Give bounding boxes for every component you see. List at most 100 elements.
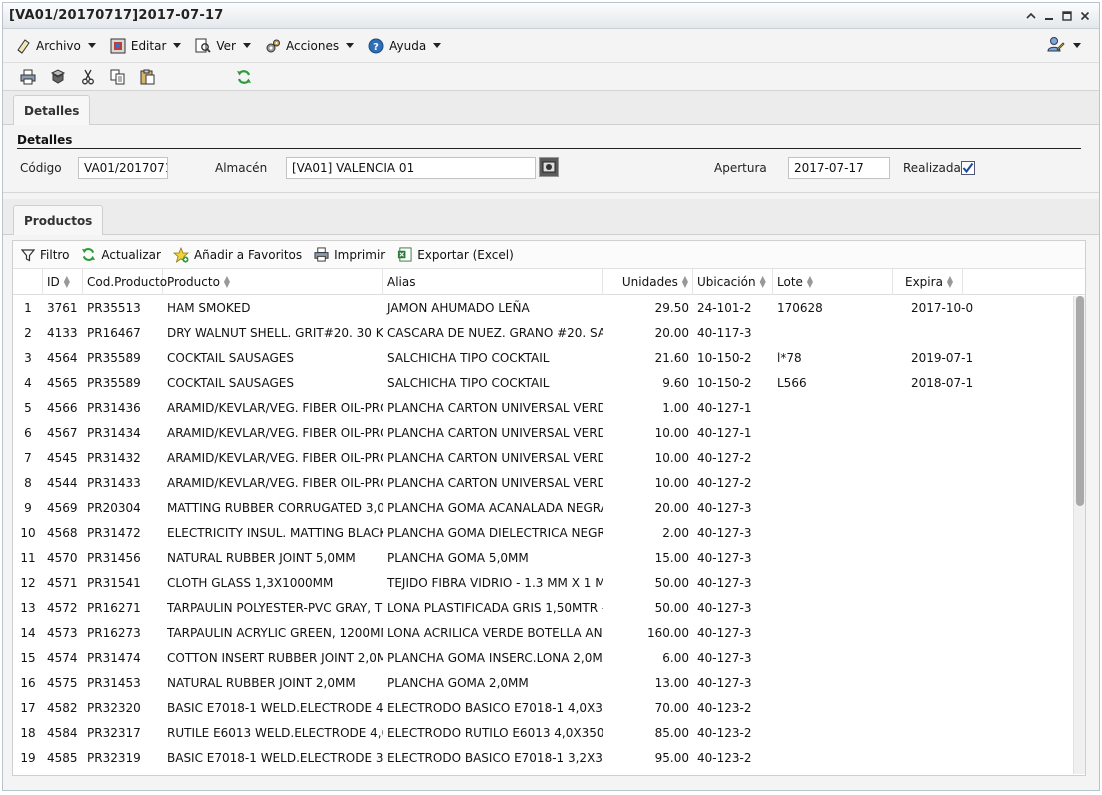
- table-row[interactable]: 4 4565 PR35589 COCKTAIL SAUSAGES SALCHICHA T…: [13, 371, 1073, 396]
- table-row[interactable]: 15 4574 PR31474 COTTON INSERT RUBBER JOINT …: [13, 646, 1073, 671]
- cell-product: CLOTH GLASS 1,3X1000MM: [167, 576, 334, 590]
- column-header-expiry[interactable]: Expira ▲ ▼: [893, 269, 963, 295]
- grid-body: 1 3761 PR35513 HAM SMOKED JAMON AHUMADO LEÑA…: [13, 296, 1073, 774]
- cell-id: 4572: [47, 601, 78, 615]
- table-row[interactable]: 11 4570 PR31456 NATURAL RUBBER JOINT 5,0MM P…: [13, 546, 1073, 571]
- apertura-field[interactable]: 2017-07-17: [788, 157, 890, 179]
- cell-rownum: 8: [24, 476, 32, 490]
- table-row[interactable]: 10 4568 PR31472 ELECTRICITY INSUL. MATTING …: [13, 521, 1073, 546]
- user-menu[interactable]: [1047, 36, 1081, 55]
- menu-ver[interactable]: Ver: [195, 38, 251, 54]
- table-row[interactable]: 7 4545 PR31432 ARAMID/KEVLAR/VEG. FIBER OIL…: [13, 446, 1073, 471]
- cell-expiry: [893, 696, 973, 721]
- cell-id: 4571: [47, 576, 78, 590]
- cell-alias: SALCHICHA TIPO COCKTAIL: [387, 351, 550, 365]
- excel-icon: [398, 247, 412, 262]
- column-header-units[interactable]: Unidades ▲ ▼: [603, 269, 693, 295]
- table-row[interactable]: 19 4585 PR32319 BASIC E7018-1 WELD.ELECTROD…: [13, 746, 1073, 771]
- title-bar: [VA01/20170717]2017-07-17: [3, 3, 1099, 29]
- scrollbar-thumb[interactable]: [1076, 296, 1084, 506]
- cell-rownum: 13: [20, 601, 36, 615]
- grid-header: ID ▲ ▼ Cod.Producto Producto ▲ ▼ Alias Unida…: [13, 269, 1085, 295]
- column-header-id[interactable]: ID ▲ ▼: [43, 269, 83, 295]
- print-icon[interactable]: [19, 68, 37, 86]
- filter-button[interactable]: Filtro: [21, 248, 69, 262]
- table-row[interactable]: 12 4571 PR31541 CLOTH GLASS 1,3X1000MM TEJID…: [13, 571, 1073, 596]
- table-row[interactable]: 18 4584 PR32317 RUTILE E6013 WELD.ELECTRODE…: [13, 721, 1073, 746]
- export-excel-button[interactable]: Exportar (Excel): [397, 247, 514, 262]
- cell-code: PR31432: [87, 451, 141, 465]
- cut-icon[interactable]: [79, 68, 97, 86]
- grid-scrollbar[interactable]: [1073, 296, 1085, 774]
- cell-code: PR31474: [87, 651, 141, 665]
- tab-productos[interactable]: Productos: [13, 205, 104, 235]
- menu-acciones[interactable]: Acciones: [265, 38, 355, 54]
- cell-code: PR32317: [87, 726, 141, 740]
- table-row[interactable]: 14 4573 PR16273 TARPAULIN ACRYLIC GREEN, 12…: [13, 621, 1073, 646]
- realizada-checkbox[interactable]: [961, 161, 975, 175]
- cell-code: PR31541: [87, 576, 141, 590]
- cell-units: 21.60: [654, 351, 689, 365]
- collapse-up-icon[interactable]: [1023, 8, 1039, 24]
- cell-location: 40-123-2: [697, 726, 752, 740]
- cell-rownum: 3: [24, 351, 32, 365]
- close-button[interactable]: [1077, 8, 1093, 24]
- column-header-product[interactable]: Producto ▲ ▼: [163, 269, 383, 295]
- table-row[interactable]: 8 4544 PR31433 ARAMID/KEVLAR/VEG. FIBER OIL…: [13, 471, 1073, 496]
- add-favorites-button[interactable]: Añadir a Favoritos: [172, 246, 302, 263]
- maximize-button[interactable]: [1059, 8, 1075, 24]
- refresh-button[interactable]: Actualizar: [81, 247, 161, 262]
- minimize-button[interactable]: [1041, 8, 1057, 24]
- cell-id: 4570: [47, 551, 78, 565]
- menu-editar[interactable]: Editar: [110, 38, 182, 54]
- chevron-down-icon: [173, 43, 182, 48]
- column-header-code[interactable]: Cod.Producto: [83, 269, 167, 295]
- table-row[interactable]: 5 4566 PR31436 ARAMID/KEVLAR/VEG. FIBER OIL…: [13, 396, 1073, 421]
- cell-units: 10.00: [654, 426, 689, 440]
- codigo-field[interactable]: VA01/2017071’: [78, 157, 168, 179]
- table-row[interactable]: 3 4564 PR35589 COCKTAIL SAUSAGES SALCHICHA T…: [13, 346, 1073, 371]
- table-row[interactable]: 9 4569 PR20304 MATTING RUBBER CORRUGATED 3,…: [13, 496, 1073, 521]
- paste-icon[interactable]: [139, 68, 157, 86]
- cell-id: 4133: [47, 326, 78, 340]
- cell-rownum: 15: [20, 651, 36, 665]
- table-row[interactable]: 16 4575 PR31453 NATURAL RUBBER JOINT 2,0MM P…: [13, 671, 1073, 696]
- details-section-title: Detalles: [17, 133, 1081, 149]
- column-header-lot[interactable]: Lote ▲ ▼: [773, 269, 893, 295]
- cell-alias: ELECTRODO RUTILO E6013 4,0X350MM: [387, 726, 603, 740]
- table-row[interactable]: 6 4567 PR31434 ARAMID/KEVLAR/VEG. FIBER OIL…: [13, 421, 1073, 446]
- cell-rownum: 11: [20, 551, 36, 565]
- window-controls: [1023, 8, 1093, 24]
- column-header-location[interactable]: Ubicación ▲ ▼: [693, 269, 773, 295]
- menu-archivo[interactable]: Archivo: [15, 38, 96, 54]
- cell-location: 40-127-2: [697, 476, 752, 490]
- cell-units: 6.00: [662, 651, 689, 665]
- cell-location: 40-127-1: [697, 401, 752, 415]
- refresh-icon[interactable]: [235, 68, 253, 86]
- cell-units: 85.00: [654, 726, 689, 740]
- lookup-button[interactable]: [539, 157, 559, 177]
- table-row[interactable]: 17 4582 PR32320 BASIC E7018-1 WELD.ELECTROD…: [13, 696, 1073, 721]
- cell-units: 1.00: [662, 401, 689, 415]
- lookup-icon: [542, 161, 556, 173]
- print-button[interactable]: Imprimir: [314, 247, 385, 262]
- column-header-alias[interactable]: Alias: [383, 269, 603, 295]
- sort-icon: ▲ ▼: [223, 274, 231, 289]
- cell-units: 95.00: [654, 751, 689, 765]
- almacen-field[interactable]: [VA01] VALENCIA 01: [286, 157, 536, 179]
- sort-icon: ▲ ▼: [946, 274, 954, 289]
- details-panel: Detalles Código VA01/2017071’ Almacén [V…: [3, 125, 1099, 193]
- table-row[interactable]: 2 4133 PR16467 DRY WALNUT SHELL. GRIT#20. 3…: [13, 321, 1073, 346]
- trash-icon[interactable]: [49, 68, 67, 86]
- copy-icon[interactable]: [109, 68, 127, 86]
- cell-units: 15.00: [654, 551, 689, 565]
- table-row[interactable]: 13 4572 PR16271 TARPAULIN POLYESTER-PVC GRA…: [13, 596, 1073, 621]
- menu-ayuda[interactable]: ? Ayuda: [368, 38, 442, 54]
- cell-product: ARAMID/KEVLAR/VEG. FIBER OIL-PROOF: [167, 401, 383, 415]
- table-row[interactable]: 1 3761 PR35513 HAM SMOKED JAMON AHUMADO LEÑA…: [13, 296, 1073, 321]
- tab-detalles[interactable]: Detalles: [13, 95, 91, 125]
- cell-units: 160.00: [647, 626, 689, 640]
- cell-location: 24-101-2: [697, 301, 752, 315]
- cell-lot: [773, 396, 893, 421]
- codigo-label: Código: [20, 161, 62, 175]
